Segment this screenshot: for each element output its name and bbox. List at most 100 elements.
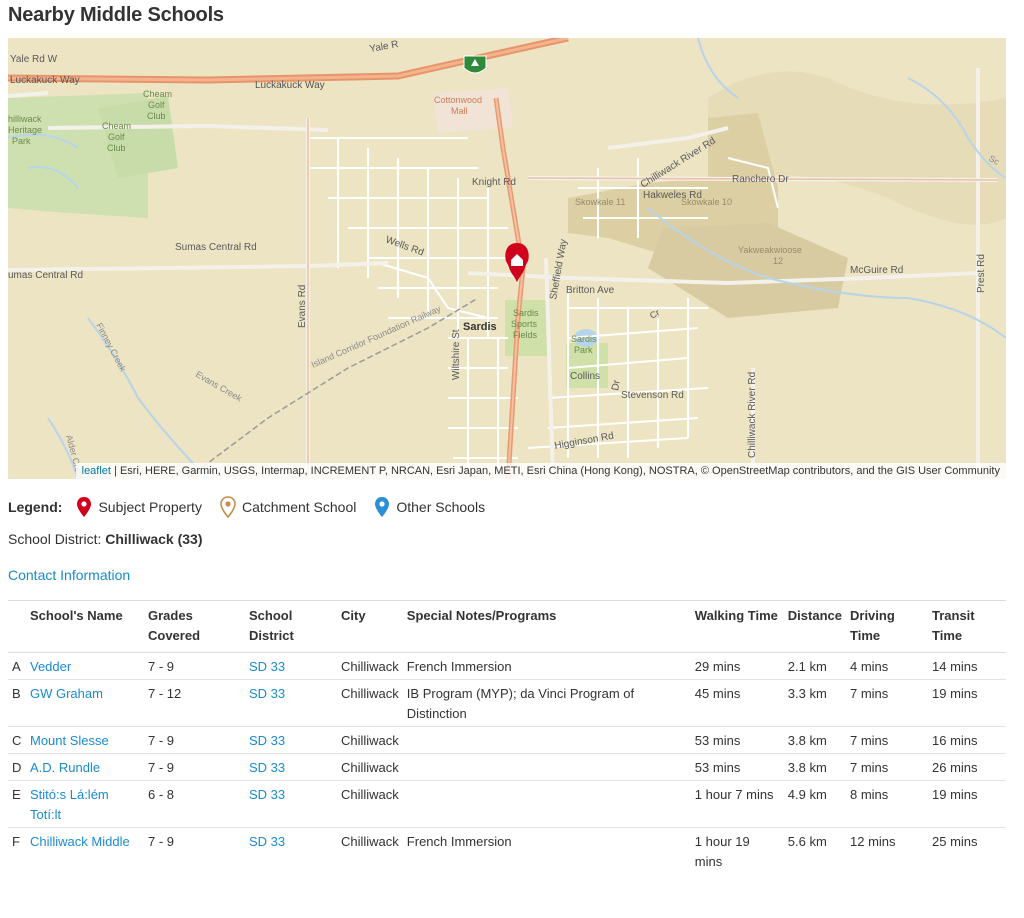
header-letter [8,600,26,653]
notes-cell [402,753,691,781]
map-attribution: leaflet | Esri, HERE, Garmin, USGS, Inte… [75,463,1006,479]
row-letter: A [8,652,26,680]
label-ranchero-dr: Ranchero Dr [732,174,789,185]
header-driving: Driving Time [846,600,928,653]
legend: Legend: Subject Property Catchment Schoo… [8,495,503,519]
walking-cell: 45 mins [690,679,784,727]
label-sumas-central-rd: Sumas Central Rd [175,242,257,253]
highway-shield-icon [463,55,487,74]
transit-cell: 26 mins [928,753,1006,781]
district-link[interactable]: SD 33 [249,686,285,701]
driving-cell: 7 mins [846,753,928,781]
school-name-link[interactable]: GW Graham [30,686,103,701]
distance-cell: 4.9 km [783,780,846,828]
label-yale-rd-w: Yale Rd W [10,54,58,65]
driving-cell: 4 mins [846,652,928,680]
row-letter: F [12,834,20,849]
school-name-link[interactable]: A.D. Rundle [30,760,100,775]
legend-label: Catchment School [241,499,357,515]
school-name-link[interactable]: Vedder [30,659,71,674]
label-prest-rd: Prest Rd [976,254,987,293]
legend-label: Other Schools [396,499,486,515]
district-link[interactable]: SD 33 [249,834,285,849]
table-row: A Vedder 7 - 9 SD 33 Chilliwack French I… [8,652,1006,680]
label-knight-rd: Knight Rd [472,177,516,188]
city-cell: Chilliwack [337,726,403,754]
label-collins: Collins [570,371,600,382]
label-wiltshire-st: Wiltshire St [451,329,462,380]
district-label: School District: [8,531,102,547]
notes-cell [402,780,691,828]
red-marker-icon [77,497,92,517]
city-cell: Chilliwack [337,780,403,828]
row-letter: C [8,726,26,754]
contact-information-link[interactable]: Contact Information [8,567,130,583]
table-row: C Mount Slesse 7 - 9 SD 33 Chilliwack 53… [8,726,1006,754]
driving-cell: 12 mins [850,834,896,849]
label-sardis-sports-fields: Sardis Sports Fields [511,308,539,340]
school-name-link[interactable]: Stitó:s Lá:lém Totí:lt [30,787,109,822]
label-chilliwack-river-rd-south: Chilliwack River Rd [747,372,758,458]
school-district: School District: Chilliwack (33) [8,531,203,547]
notes-cell: French Immersion [406,834,512,849]
table-row: F Chilliwack Middle 7 - 9 SD 33 Chilliwa… [8,828,1006,875]
distance-cell: 3.8 km [783,726,846,754]
attribution-text: | Esri, HERE, Garmin, USGS, Intermap, IN… [110,465,1000,477]
header-distance: Distance [783,600,846,653]
grades-cell: 7 - 9 [148,834,175,849]
legend-label: Subject Property [98,499,202,515]
orange-marker-icon [220,496,236,518]
row-letter: D [8,753,26,781]
grades-cell: 7 - 9 [144,726,245,754]
city-cell: Chilliwack [337,679,403,727]
label-skowkale-11: Skowkale 11 [575,197,625,207]
school-name-link[interactable]: Mount Slesse [30,733,109,748]
schools-table: School's Name Grades Covered School Distri… [8,600,1006,874]
legend-item-subject-property: Subject Property [76,496,202,518]
district-link[interactable]: SD 33 [249,760,285,775]
transit-cell: 19 mins [928,780,1006,828]
notes-cell: IB Program (MYP); da Vinci Program of Di… [402,679,691,727]
grades-cell: 6 - 8 [144,780,245,828]
grades-cell: 7 - 9 [144,753,245,781]
legend-item-other-schools: Other Schools [374,496,485,518]
map[interactable]: Yale Rd W Yale R Luckakuck Way Luckakuck… [8,38,1006,479]
driving-cell: 8 mins [846,780,928,828]
walking-cell: 1 hour 19 mins [694,834,750,869]
transit-cell: 16 mins [928,726,1006,754]
school-name-link[interactable]: Chilliwack Middle [30,834,130,849]
label-sumas-central-rd-left: umas Central Rd [8,270,83,281]
page-title: Nearby Middle Schools [8,4,224,26]
notes-cell: French Immersion [402,652,691,680]
driving-cell: 7 mins [846,726,928,754]
district-link[interactable]: SD 33 [249,733,285,748]
leaflet-link[interactable]: leaflet [82,465,111,477]
label-britton-ave: Britton Ave [566,285,615,296]
walking-cell: 1 hour 7 mins [690,780,784,828]
city-cell: Chilliwack [337,753,403,781]
label-sardis: Sardis [463,321,497,333]
table-row: D A.D. Rundle 7 - 9 SD 33 Chilliwack 53 … [8,753,1006,781]
header-city: City [337,600,403,653]
walking-cell: 29 mins [690,652,784,680]
driving-cell: 7 mins [846,679,928,727]
grades-cell: 7 - 12 [144,679,245,727]
header-grades: Grades Covered [144,600,245,653]
map-canvas[interactable]: Yale Rd W Yale R Luckakuck Way Luckakuck… [8,38,1006,479]
label-stevenson-rd: Stevenson Rd [621,390,684,401]
distance-cell: 3.8 km [783,753,846,781]
page: Nearby Middle Schools Yale Rd W Yale R L… [0,0,1024,918]
city-cell: Chilliwack [341,834,399,849]
grades-cell: 7 - 9 [144,652,245,680]
table-row: E Stitó:s Lá:lém Totí:lt 6 - 8 SD 33 Chi… [8,780,1006,828]
header-notes: Special Notes/Programs [402,600,691,653]
city-cell: Chilliwack [337,652,403,680]
table-row: B GW Graham 7 - 12 SD 33 Chilliwack IB P… [8,679,1006,727]
district-link[interactable]: SD 33 [249,787,285,802]
legend-title: Legend: [8,499,63,515]
label-luckakuck-way-left: Luckakuck Way [10,75,80,86]
transit-cell: 19 mins [928,679,1006,727]
district-link[interactable]: SD 33 [249,659,285,674]
transit-cell: 25 mins [932,834,978,849]
header-transit: Transit Time [928,600,1006,653]
